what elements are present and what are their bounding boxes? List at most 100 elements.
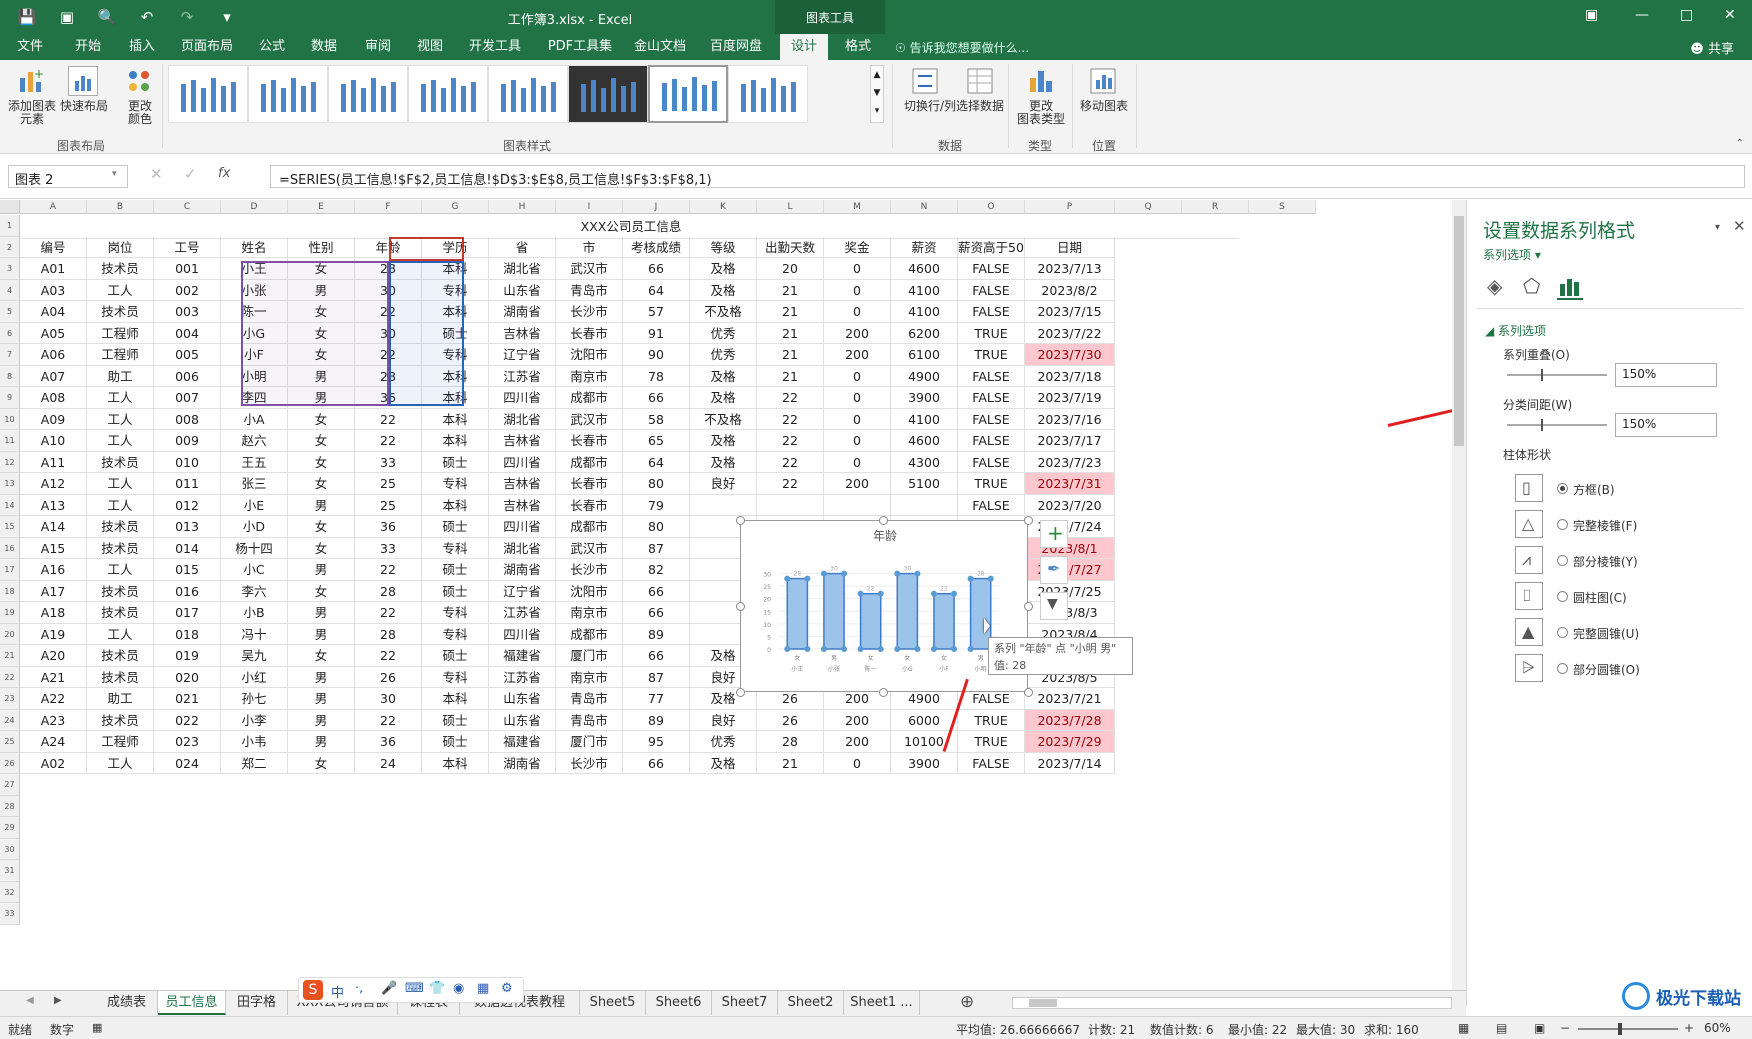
row-header[interactable]: 29 — [0, 817, 20, 839]
table-cell[interactable]: 技术员 — [87, 516, 154, 538]
table-cell[interactable]: A13 — [20, 494, 87, 516]
tab-file[interactable]: 文件 — [8, 34, 52, 60]
table-cell[interactable]: 小李 — [221, 709, 288, 731]
table-cell[interactable]: 4100 — [891, 301, 958, 323]
point-handle[interactable] — [894, 646, 901, 652]
table-cell[interactable]: 硕士 — [422, 731, 489, 753]
table-cell[interactable]: 女 — [288, 430, 355, 452]
chart-bar[interactable] — [933, 592, 955, 650]
table-cell[interactable]: 2023/7/29 — [1025, 731, 1115, 753]
table-cell[interactable]: 助工 — [87, 365, 154, 387]
zoom-out-icon[interactable]: − — [1560, 1021, 1570, 1035]
table-cell[interactable]: 小韦 — [221, 731, 288, 753]
table-cell[interactable]: 2023/7/13 — [1025, 258, 1115, 280]
table-cell[interactable]: 本科 — [422, 408, 489, 430]
macro-record-icon[interactable]: ▦ — [92, 1021, 102, 1034]
table-cell[interactable]: FALSE — [958, 387, 1025, 409]
table-cell[interactable]: 4900 — [891, 365, 958, 387]
table-cell[interactable]: 硕士 — [422, 516, 489, 538]
table-cell[interactable] — [690, 494, 757, 516]
sheet-tab[interactable]: Sheet1 ... — [844, 991, 920, 1015]
close-pane-icon[interactable]: ✕ — [1733, 217, 1746, 235]
row-header[interactable]: 3 — [0, 258, 20, 280]
table-cell[interactable]: 技术员 — [87, 537, 154, 559]
tab-page-layout[interactable]: 页面布局 — [172, 34, 242, 60]
table-cell[interactable]: 66 — [623, 602, 690, 624]
row-header[interactable]: 12 — [0, 451, 20, 473]
tab-formulas[interactable]: 公式 — [248, 34, 296, 60]
table-cell[interactable]: 福建省 — [489, 645, 556, 667]
table-cell[interactable]: 200 — [824, 344, 891, 366]
chart-styles-button[interactable]: ✒ — [1040, 556, 1068, 584]
row-header[interactable]: 26 — [0, 752, 20, 774]
table-cell[interactable]: FALSE — [958, 258, 1025, 280]
tab-format[interactable]: 格式 — [834, 34, 882, 60]
table-cell[interactable]: 012 — [154, 494, 221, 516]
row-header[interactable]: 27 — [0, 774, 20, 796]
tab-view[interactable]: 视图 — [406, 34, 454, 60]
column-header[interactable]: I — [556, 200, 623, 214]
column-header[interactable]: D — [221, 200, 288, 214]
table-cell[interactable]: 冯十 — [221, 623, 288, 645]
table-cell[interactable]: 2023/7/30 — [1025, 344, 1115, 366]
table-cell[interactable]: FALSE — [958, 451, 1025, 473]
table-cell[interactable]: 2023/8/3 — [1025, 602, 1115, 624]
table-cell[interactable]: A14 — [20, 516, 87, 538]
table-cell[interactable]: 赵六 — [221, 430, 288, 452]
status-numeric-count[interactable]: 数值计数: 6 — [1150, 1021, 1214, 1038]
header-cell[interactable]: 性别 — [288, 236, 355, 258]
table-cell[interactable]: 沈阳市 — [556, 344, 623, 366]
settings-icon[interactable]: ⚙ — [501, 981, 513, 996]
table-cell[interactable]: 江苏省 — [489, 365, 556, 387]
row-header[interactable]: 4 — [0, 279, 20, 301]
table-cell[interactable]: 79 — [623, 494, 690, 516]
punctuation-icon[interactable]: ·, — [355, 981, 363, 996]
row-header[interactable]: 7 — [0, 344, 20, 366]
table-cell[interactable]: 长春市 — [556, 494, 623, 516]
row-header[interactable]: 5 — [0, 301, 20, 323]
table-cell[interactable]: 女 — [288, 408, 355, 430]
undo-icon[interactable]: ↶ — [136, 8, 158, 26]
table-cell[interactable]: 及格 — [690, 258, 757, 280]
save-icon[interactable]: 💾 — [16, 8, 38, 26]
table-cell[interactable]: 女 — [288, 516, 355, 538]
table-cell[interactable]: 77 — [623, 688, 690, 710]
table-cell[interactable]: 南京市 — [556, 602, 623, 624]
table-cell[interactable]: 南京市 — [556, 365, 623, 387]
table-cell[interactable]: 26 — [757, 709, 824, 731]
column-header[interactable]: L — [757, 200, 824, 214]
row-header[interactable]: 17 — [0, 559, 20, 581]
table-cell[interactable]: 小D — [221, 516, 288, 538]
table-cell[interactable]: 成都市 — [556, 623, 623, 645]
table-cell[interactable]: 002 — [154, 279, 221, 301]
table-cell[interactable]: 福建省 — [489, 731, 556, 753]
table-cell[interactable]: 22 — [355, 709, 422, 731]
table-cell[interactable]: 66 — [623, 645, 690, 667]
table-cell[interactable]: A21 — [20, 666, 87, 688]
row-header[interactable]: 6 — [0, 322, 20, 344]
minimize-icon[interactable]: — — [1635, 7, 1649, 23]
table-cell[interactable]: FALSE — [958, 301, 1025, 323]
embedded-chart[interactable]: 年龄 0 5 10 15 20 25 30 28 女小王 30 男小张 22 女陈一 30 女小G 22 女小F… — [740, 520, 1028, 692]
table-cell[interactable]: 山东省 — [489, 688, 556, 710]
point-handle[interactable] — [967, 646, 974, 652]
table-cell[interactable]: 专科 — [422, 537, 489, 559]
move-chart-icon[interactable] — [1088, 66, 1118, 96]
maximize-icon[interactable]: □ — [1680, 7, 1693, 23]
table-cell[interactable]: 4600 — [891, 258, 958, 280]
customize-qat-icon[interactable]: ▾ — [216, 8, 238, 26]
row-header[interactable]: 31 — [0, 860, 20, 882]
table-cell[interactable]: 小红 — [221, 666, 288, 688]
resize-handle[interactable] — [1024, 602, 1033, 611]
table-cell[interactable]: A08 — [20, 387, 87, 409]
table-cell[interactable]: 山东省 — [489, 709, 556, 731]
table-cell[interactable]: A10 — [20, 430, 87, 452]
header-cell[interactable]: 岗位 — [87, 236, 154, 258]
table-cell[interactable]: 008 — [154, 408, 221, 430]
table-cell[interactable]: FALSE — [958, 408, 1025, 430]
point-handle[interactable] — [951, 646, 958, 652]
series-options-tab[interactable] — [1557, 276, 1583, 300]
table-cell[interactable]: 技术员 — [87, 645, 154, 667]
header-cell[interactable]: 市 — [556, 236, 623, 258]
table-cell[interactable]: 青岛市 — [556, 709, 623, 731]
